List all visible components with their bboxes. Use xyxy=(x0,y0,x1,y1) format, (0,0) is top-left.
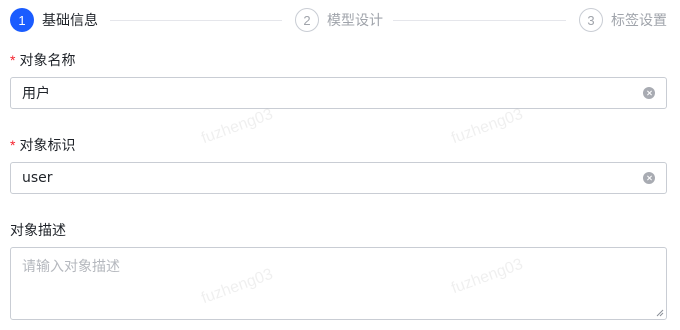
step-label-1: 基础信息 xyxy=(42,13,98,29)
step-label-2: 模型设计 xyxy=(327,13,383,29)
object-name-value: 用户 xyxy=(22,86,50,102)
step-number-2: 2 xyxy=(295,8,319,32)
step-connector-2 xyxy=(393,20,566,21)
clear-icon[interactable] xyxy=(643,87,655,99)
object-name-label: * 对象名称 xyxy=(10,50,75,70)
resize-handle-icon[interactable] xyxy=(656,309,664,317)
step-connector-1 xyxy=(110,20,282,21)
object-description-placeholder: 请输入对象描述 xyxy=(22,259,120,275)
step-tag-settings[interactable]: 3 标签设置 xyxy=(579,8,667,32)
object-name-label-text: 对象名称 xyxy=(19,53,76,69)
object-identifier-label-text: 对象标识 xyxy=(19,138,76,154)
required-mark: * xyxy=(10,137,16,153)
object-identifier-value: user xyxy=(22,170,53,186)
step-number-3: 3 xyxy=(579,8,603,32)
object-description-label: 对象描述 xyxy=(10,223,66,239)
object-identifier-label: * 对象标识 xyxy=(10,135,75,155)
step-number-1: 1 xyxy=(10,8,34,32)
watermark: fuzheng03 xyxy=(449,105,526,148)
step-basic-info[interactable]: 1 基础信息 xyxy=(10,8,98,32)
required-mark: * xyxy=(10,52,16,68)
object-name-input[interactable]: 用户 xyxy=(10,77,667,109)
clear-icon[interactable] xyxy=(643,172,655,184)
object-description-textarea[interactable]: 请输入对象描述 xyxy=(10,247,667,320)
steps-indicator: 1 基础信息 2 模型设计 3 标签设置 xyxy=(10,8,670,32)
watermark: fuzheng03 xyxy=(199,105,276,148)
step-label-3: 标签设置 xyxy=(611,13,667,29)
step-model-design[interactable]: 2 模型设计 xyxy=(295,8,383,32)
object-identifier-input[interactable]: user xyxy=(10,162,667,194)
